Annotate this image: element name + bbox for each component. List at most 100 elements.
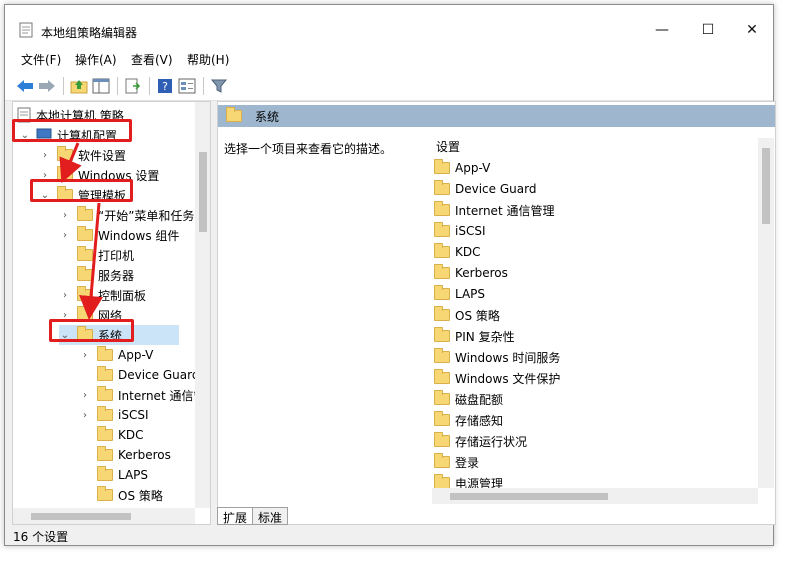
chevron-right-icon[interactable]: › (59, 209, 71, 221)
list-item[interactable]: 存储感知 (434, 410, 503, 430)
tab-standard[interactable]: 标准 (252, 507, 289, 525)
tree-item-label: LAPS (118, 468, 149, 482)
tree-item-start-menu[interactable]: › “开始”菜单和任务栏 (59, 205, 206, 225)
folder-icon (97, 386, 113, 401)
menu-action[interactable]: 操作(A) (75, 51, 117, 68)
chevron-right-icon[interactable]: › (79, 389, 91, 401)
list-item[interactable]: App-V (434, 158, 490, 178)
folder-icon (434, 432, 450, 447)
chevron-right-icon[interactable]: › (79, 349, 91, 361)
list-item[interactable]: Device Guard (434, 179, 536, 199)
tree-item-os-policy[interactable]: OS 策略 (79, 485, 163, 505)
tree-item-appv[interactable]: › App-V (79, 345, 153, 365)
list-item[interactable]: Windows 时间服务 (434, 347, 560, 367)
status-bar: 16 个设置 (5, 526, 773, 546)
tab-extended[interactable]: 扩展 (217, 507, 254, 525)
up-folder-icon[interactable] (69, 76, 89, 96)
title-bar: 本地组策略编辑器 — ☐ ✕ (5, 5, 773, 47)
tree-item-software-settings[interactable]: › 软件设置 (39, 145, 126, 165)
toolbar: ? (5, 71, 773, 101)
folder-icon (97, 366, 113, 381)
tree-item-laps[interactable]: LAPS (79, 465, 148, 485)
folder-icon (77, 226, 93, 241)
chevron-right-icon[interactable]: › (79, 409, 91, 421)
minimize-button[interactable]: — (639, 15, 685, 45)
scroll-thumb[interactable] (762, 148, 770, 224)
chevron-right-icon[interactable]: › (59, 229, 71, 241)
filter-icon[interactable] (209, 76, 229, 96)
list-item[interactable]: 登录 (434, 452, 479, 472)
folder-icon (434, 390, 450, 405)
status-text: 16 个设置 (13, 529, 69, 544)
folder-icon (434, 285, 450, 300)
tree-item-device-guard[interactable]: Device Guard (79, 365, 199, 385)
list-item[interactable]: iSCSI (434, 221, 486, 241)
folder-icon (97, 466, 113, 481)
tree-item-iscsi[interactable]: › iSCSI (79, 405, 149, 425)
tree-pane[interactable]: 本地计算机 策略 ⌄ 计算机配置 › 软件设置 › Windows 设置 ⌄ 管… (12, 101, 211, 525)
folder-icon (97, 486, 113, 501)
folder-icon (226, 107, 242, 122)
view-tabs: 扩展 标准 (217, 507, 289, 525)
menu-view[interactable]: 查看(V) (131, 51, 173, 68)
tree-item-label: App-V (118, 348, 154, 362)
scroll-thumb[interactable] (31, 513, 131, 520)
tree-item-kerberos[interactable]: Kerberos (79, 445, 171, 465)
tree-item-windows-components[interactable]: › Windows 组件 (59, 225, 179, 245)
back-icon[interactable] (15, 76, 35, 96)
maximize-button[interactable]: ☐ (685, 15, 731, 45)
menu-file[interactable]: 文件(F) (21, 51, 61, 68)
folder-icon (434, 411, 450, 426)
folder-icon (97, 446, 113, 461)
column-header-settings[interactable]: 设置 (436, 138, 460, 155)
scroll-thumb[interactable] (199, 152, 207, 232)
toolbar-separator (149, 77, 150, 95)
list-item[interactable]: Windows 文件保护 (434, 368, 560, 388)
menu-help[interactable]: 帮助(H) (187, 51, 229, 68)
app-icon (19, 22, 33, 38)
tree-item-label: 打印机 (98, 248, 135, 263)
export-list-icon[interactable] (123, 76, 143, 96)
tree-item-internet-comm[interactable]: › Internet 通信管理 (79, 385, 210, 405)
folder-icon (77, 246, 93, 261)
tree-item-label: 软件设置 (78, 148, 127, 163)
tree-horizontal-scrollbar[interactable] (13, 508, 195, 524)
tree-item-server[interactable]: 服务器 (59, 265, 134, 285)
details-header: 系统 (218, 105, 775, 127)
gpedit-window: 本地组策略编辑器 — ☐ ✕ 文件(F) 操作(A) 查看(V) 帮助(H) ? (4, 4, 776, 546)
properties-icon[interactable] (177, 76, 197, 96)
description-text: 选择一个项目来查看它的描述。 (224, 142, 393, 156)
chevron-right-icon[interactable]: › (39, 149, 51, 161)
list-item[interactable]: 存储运行状况 (434, 431, 527, 451)
tree-item-printers[interactable]: 打印机 (59, 245, 134, 265)
scroll-thumb[interactable] (450, 493, 608, 500)
list-item[interactable]: KDC (434, 242, 481, 262)
highlight-computer-config (12, 119, 132, 142)
tree-vertical-scrollbar[interactable] (195, 102, 210, 508)
folder-icon (434, 201, 450, 216)
list-item[interactable]: OS 策略 (434, 305, 500, 325)
list-item[interactable]: 磁盘配额 (434, 389, 503, 409)
show-tree-icon[interactable] (91, 76, 111, 96)
folder-icon (434, 327, 450, 342)
list-item[interactable]: LAPS (434, 284, 485, 304)
list-horizontal-scrollbar[interactable] (432, 488, 758, 504)
tree-item-control-panel[interactable]: › 控制面板 (59, 285, 146, 305)
tree-item-label: iSCSI (118, 408, 149, 422)
toolbar-separator (117, 77, 118, 95)
toolbar-separator (63, 77, 64, 95)
tree-item-label: 服务器 (98, 268, 135, 283)
tree-item-label: Device Guard (118, 368, 200, 382)
list-vertical-scrollbar[interactable] (758, 138, 774, 488)
list-item[interactable]: Internet 通信管理 (434, 200, 554, 220)
tree-item-kdc[interactable]: KDC (79, 425, 144, 445)
forward-icon[interactable] (37, 76, 57, 96)
folder-icon (77, 266, 93, 281)
list-item[interactable]: PIN 复杂性 (434, 326, 515, 346)
list-item[interactable]: Kerberos (434, 263, 508, 283)
chevron-right-icon[interactable]: › (59, 289, 71, 301)
tree-item-label: KDC (118, 428, 144, 442)
close-button[interactable]: ✕ (729, 15, 775, 45)
help-icon[interactable]: ? (155, 76, 175, 96)
svg-text:?: ? (162, 80, 168, 93)
